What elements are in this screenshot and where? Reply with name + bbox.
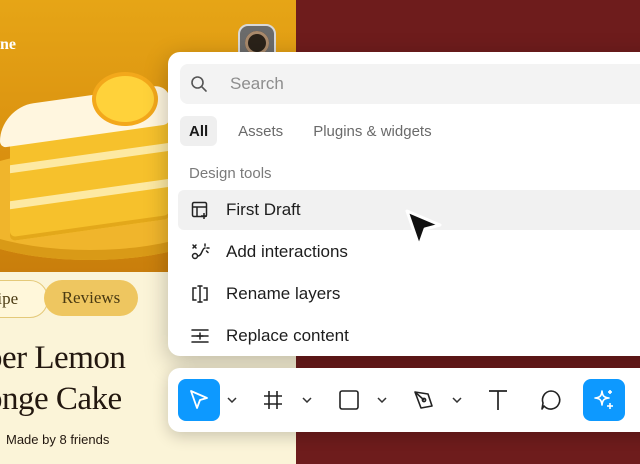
chevron-down-icon[interactable] — [225, 392, 239, 408]
shape-tool-button[interactable] — [328, 379, 370, 421]
list-item-replace-content[interactable]: Replace content — [178, 316, 640, 356]
cake-layer — [10, 178, 170, 210]
text-icon — [489, 390, 507, 410]
comment-icon — [541, 390, 561, 410]
chevron-down-icon[interactable] — [450, 392, 464, 408]
list-item-label: Replace content — [226, 326, 349, 345]
rename-layers-icon — [189, 283, 211, 305]
pen-icon — [414, 391, 433, 409]
move-tool-button[interactable] — [178, 379, 220, 421]
frame-tool-button[interactable] — [252, 379, 294, 421]
frame-icon — [264, 391, 282, 409]
recipe-title-line-1: per Lemon — [0, 340, 126, 376]
recipe-title-line-2: onge Cake — [0, 381, 122, 417]
filter-tabs: All Assets Plugins & widgets — [180, 116, 453, 146]
replace-content-icon — [189, 325, 211, 347]
list-item-label: First Draft — [226, 200, 301, 219]
interactions-icon — [189, 241, 211, 263]
section-label-design-tools: Design tools — [189, 165, 272, 182]
tab-recipe[interactable]: cipe — [0, 280, 48, 318]
first-draft-icon — [189, 199, 211, 221]
search-icon — [190, 75, 208, 93]
text-tool-button[interactable] — [477, 379, 519, 421]
list-item-rename-layers[interactable]: Rename layers — [178, 274, 640, 314]
filter-assets[interactable]: Assets — [229, 116, 292, 146]
list-item-label: Add interactions — [226, 242, 348, 261]
filter-all[interactable]: All — [180, 116, 218, 146]
recipe-title: per Lemon onge Cake — [0, 338, 126, 420]
lemon-slice-shape — [92, 72, 158, 126]
filter-plugins-widgets[interactable]: Plugins & widgets — [304, 116, 440, 146]
sparkle-icon — [594, 390, 613, 409]
made-by-text: Made by 8 friends — [6, 432, 110, 447]
list-item-label: Rename layers — [226, 284, 341, 303]
actions-panel: All Assets Plugins & widgets Design tool… — [168, 52, 640, 356]
bottom-toolbar — [168, 368, 640, 432]
search-bar[interactable] — [180, 64, 640, 104]
move-arrow-icon — [190, 390, 208, 409]
tab-reviews[interactable]: Reviews — [44, 280, 138, 316]
rectangle-icon — [339, 390, 359, 410]
mouse-cursor-icon — [405, 209, 442, 248]
chevron-down-icon[interactable] — [300, 392, 314, 408]
search-input[interactable] — [228, 73, 532, 95]
chevron-down-icon[interactable] — [375, 392, 389, 408]
hero-title-fragment: ne — [0, 36, 16, 53]
pen-tool-button[interactable] — [403, 379, 445, 421]
cake-layer — [10, 142, 170, 174]
ai-tool-button[interactable] — [583, 379, 625, 421]
comment-tool-button[interactable] — [530, 379, 572, 421]
